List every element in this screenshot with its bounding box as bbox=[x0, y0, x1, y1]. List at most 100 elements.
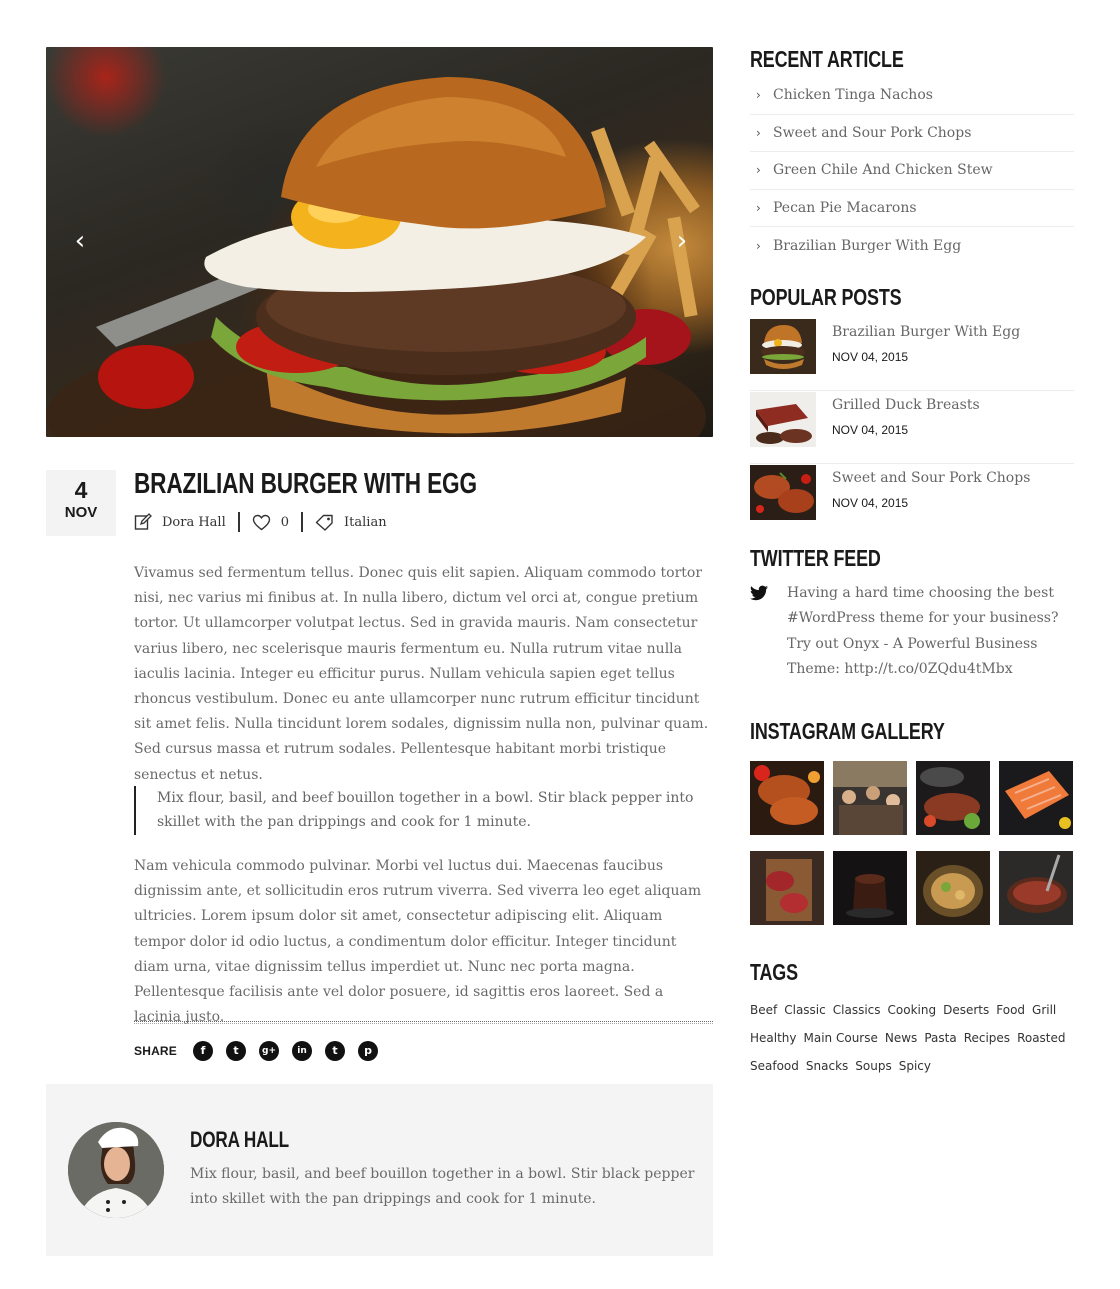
instagram-photo[interactable] bbox=[750, 761, 824, 835]
author-name: DORA HALL bbox=[190, 1127, 290, 1152]
instagram-photo[interactable] bbox=[833, 761, 907, 835]
tag-link[interactable]: Healthy bbox=[750, 1024, 797, 1052]
instagram-photo[interactable] bbox=[999, 851, 1073, 925]
tag-cloud: Beef Classic Classics Cooking Deserts Fo… bbox=[750, 996, 1080, 1080]
post-date-badge: 4 NOV bbox=[46, 470, 116, 536]
slider-next-button[interactable]: › bbox=[668, 227, 696, 255]
burger-thumb-image bbox=[750, 319, 816, 374]
post-paragraph: Vivamus sed fermentum tellus. Donec quis… bbox=[134, 565, 709, 783]
post-category-link[interactable]: Italian bbox=[344, 515, 387, 530]
tag-link[interactable]: Deserts bbox=[943, 996, 989, 1024]
recent-article-link[interactable]: › Chicken Tinga Nachos bbox=[750, 77, 1074, 115]
tag-link[interactable]: Spicy bbox=[899, 1052, 931, 1080]
instagram-photo[interactable] bbox=[833, 851, 907, 925]
recent-articles-list: › Chicken Tinga Nachos › Sweet and Sour Po… bbox=[750, 77, 1074, 265]
recent-article-link[interactable]: › Pecan Pie Macarons bbox=[750, 190, 1074, 227]
chevron-right-icon: › bbox=[756, 88, 761, 103]
tag-link[interactable]: Cooking bbox=[888, 996, 937, 1024]
tag-link[interactable]: Roasted bbox=[1017, 1024, 1065, 1052]
featured-image-slider: ‹ › bbox=[46, 47, 713, 437]
tumblr-icon[interactable]: t bbox=[325, 1041, 346, 1061]
popular-post-title[interactable]: Brazilian Burger With Egg bbox=[832, 324, 1020, 340]
tweet-text[interactable]: Having a hard time choosing the best #Wo… bbox=[787, 581, 1077, 683]
popular-post-item: Brazilian Burger With Egg NOV 04, 2015 bbox=[750, 318, 1074, 391]
share-divider bbox=[134, 1021, 713, 1022]
post-likes-count: 0 bbox=[280, 514, 290, 530]
tag-link[interactable]: Classics bbox=[833, 996, 881, 1024]
slider-prev-button[interactable]: ‹ bbox=[66, 227, 94, 255]
twitter-icon[interactable]: t bbox=[226, 1041, 247, 1061]
share-divider bbox=[134, 1023, 713, 1024]
chevron-right-icon: › bbox=[756, 200, 761, 215]
author-bio: Mix flour, basil, and beef bouillon toge… bbox=[190, 1166, 695, 1207]
popular-posts-list: Brazilian Burger With Egg NOV 04, 2015 G… bbox=[750, 318, 1074, 537]
instagram-photo[interactable] bbox=[916, 851, 990, 925]
tag-link[interactable]: Recipes bbox=[964, 1024, 1010, 1052]
recent-article-title: Pecan Pie Macarons bbox=[773, 199, 917, 216]
post-paragraph: Nam vehicula commodo pulvinar. Morbi vel… bbox=[134, 858, 702, 1026]
instagram-gallery bbox=[750, 761, 1074, 925]
post-blockquote: Mix flour, basil, and beef bouillon toge… bbox=[134, 786, 694, 835]
popular-post-thumbnail[interactable] bbox=[750, 319, 816, 374]
popular-post-date: NOV 04, 2015 bbox=[832, 423, 909, 437]
chevron-right-icon: › bbox=[756, 163, 761, 178]
tag-link[interactable]: Beef bbox=[750, 996, 777, 1024]
chevron-right-icon: › bbox=[756, 238, 761, 253]
popular-post-item: Grilled Duck Breasts NOV 04, 2015 bbox=[750, 391, 1074, 464]
popular-post-item: Sweet and Sour Pork Chops NOV 04, 2015 bbox=[750, 464, 1074, 537]
recent-article-title: Brazilian Burger With Egg bbox=[773, 237, 962, 254]
twitter-feed-heading: TWITTER FEED bbox=[750, 545, 881, 571]
popular-post-title[interactable]: Grilled Duck Breasts bbox=[832, 397, 980, 413]
recent-articles-heading: RECENT ARTICLE bbox=[750, 46, 904, 72]
recent-article-title: Sweet and Sour Pork Chops bbox=[773, 124, 972, 141]
google-plus-icon[interactable]: g+ bbox=[259, 1041, 280, 1061]
popular-posts-heading: POPULAR POSTS bbox=[750, 284, 902, 310]
tag-link[interactable]: Soups bbox=[855, 1052, 891, 1080]
twitter-bird-icon bbox=[750, 585, 768, 601]
popular-post-thumbnail[interactable] bbox=[750, 392, 816, 447]
author-avatar bbox=[68, 1122, 164, 1218]
duck-thumb-image bbox=[750, 392, 816, 447]
popular-post-title[interactable]: Sweet and Sour Pork Chops bbox=[832, 470, 1030, 486]
meta-divider bbox=[237, 512, 240, 532]
facebook-icon[interactable]: f bbox=[193, 1041, 214, 1061]
recent-article-title: Chicken Tinga Nachos bbox=[773, 87, 933, 104]
edit-icon bbox=[134, 513, 152, 530]
share-label: SHARE bbox=[134, 1044, 178, 1058]
share-bar: SHARE f t g+ in t p bbox=[134, 1040, 391, 1062]
popular-post-thumbnail[interactable] bbox=[750, 465, 816, 520]
burger-photo bbox=[46, 77, 706, 437]
post-date-month: NOV bbox=[64, 504, 98, 521]
instagram-photo[interactable] bbox=[999, 761, 1073, 835]
chevron-right-icon: › bbox=[756, 125, 761, 140]
popular-post-date: NOV 04, 2015 bbox=[832, 496, 909, 510]
pork-chops-thumb-image bbox=[750, 465, 816, 520]
tag-link[interactable]: Grill bbox=[1032, 996, 1056, 1024]
recent-article-link[interactable]: › Brazilian Burger With Egg bbox=[750, 227, 1074, 265]
tag-link[interactable]: Pasta bbox=[924, 1024, 956, 1052]
tag-link[interactable]: Seafood bbox=[750, 1052, 799, 1080]
tag-link[interactable]: Snacks bbox=[806, 1052, 848, 1080]
post-date-day: 4 bbox=[74, 477, 88, 503]
post-title: BRAZILIAN BURGER WITH EGG bbox=[134, 468, 477, 500]
post-meta: Dora Hall 0 Italian bbox=[134, 511, 387, 533]
tag-icon bbox=[315, 514, 333, 531]
instagram-gallery-heading: INSTAGRAM GALLERY bbox=[750, 718, 945, 744]
recent-article-link[interactable]: › Green Chile And Chicken Stew bbox=[750, 152, 1074, 190]
tag-link[interactable]: Food bbox=[996, 996, 1025, 1024]
recent-article-link[interactable]: › Sweet and Sour Pork Chops bbox=[750, 115, 1074, 152]
recent-article-title: Green Chile And Chicken Stew bbox=[773, 162, 993, 179]
tag-link[interactable]: Classic bbox=[784, 996, 826, 1024]
tags-heading: TAGS bbox=[750, 959, 798, 985]
chef-portrait bbox=[68, 1122, 164, 1218]
tag-link[interactable]: Main Course bbox=[804, 1024, 878, 1052]
tag-link[interactable]: News bbox=[885, 1024, 917, 1052]
instagram-photo[interactable] bbox=[750, 851, 824, 925]
pinterest-icon[interactable]: p bbox=[358, 1041, 379, 1061]
popular-post-date: NOV 04, 2015 bbox=[832, 350, 909, 364]
meta-divider bbox=[301, 512, 304, 532]
post-author-link[interactable]: Dora Hall bbox=[162, 515, 226, 530]
heart-icon[interactable] bbox=[252, 514, 271, 531]
linkedin-icon[interactable]: in bbox=[292, 1041, 313, 1061]
instagram-photo[interactable] bbox=[916, 761, 990, 835]
